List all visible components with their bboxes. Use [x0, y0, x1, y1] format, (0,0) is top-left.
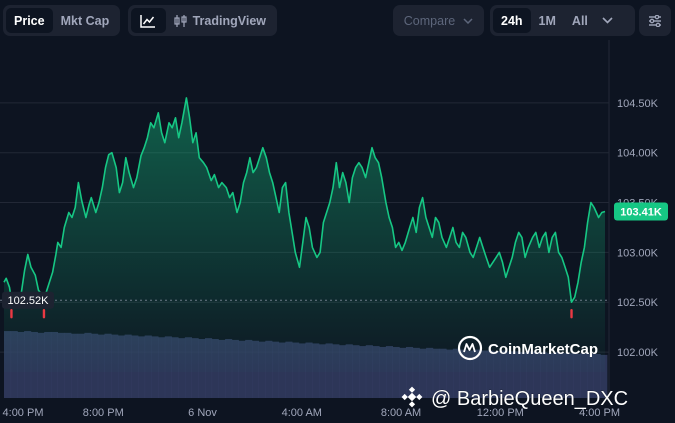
price-chart: 102.00K102.50K103.00K103.50K104.00K104.5…	[0, 40, 668, 419]
x-tick-label: 8:00 AM	[381, 407, 421, 419]
y-axis: 102.00K102.50K103.00K103.50K104.00K104.5…	[617, 98, 659, 359]
x-tick-label: 6 Nov	[188, 407, 217, 419]
y-tick-label: 104.50K	[617, 98, 659, 110]
open-price-badge: 102.52K	[2, 291, 54, 309]
y-tick-label: 104.00K	[617, 148, 659, 160]
current-price-badge: 103.41K	[614, 202, 668, 221]
current-price-label: 103.41K	[620, 207, 662, 219]
x-tick-label: 4:00 PM	[3, 407, 44, 419]
x-tick-label: 8:00 PM	[83, 407, 124, 419]
y-tick-label: 102.00K	[617, 347, 659, 359]
brand-watermark-text: CoinMarketCap	[488, 341, 598, 358]
y-tick-label: 102.50K	[617, 297, 659, 309]
user-watermark-text: @ BarbieQueen_DXC	[431, 388, 628, 410]
user-watermark: @ BarbieQueen_DXC	[401, 386, 628, 410]
x-tick-label: 4:00 AM	[282, 407, 322, 419]
open-price-label: 102.52K	[8, 295, 50, 307]
y-tick-label: 103.00K	[617, 247, 659, 259]
